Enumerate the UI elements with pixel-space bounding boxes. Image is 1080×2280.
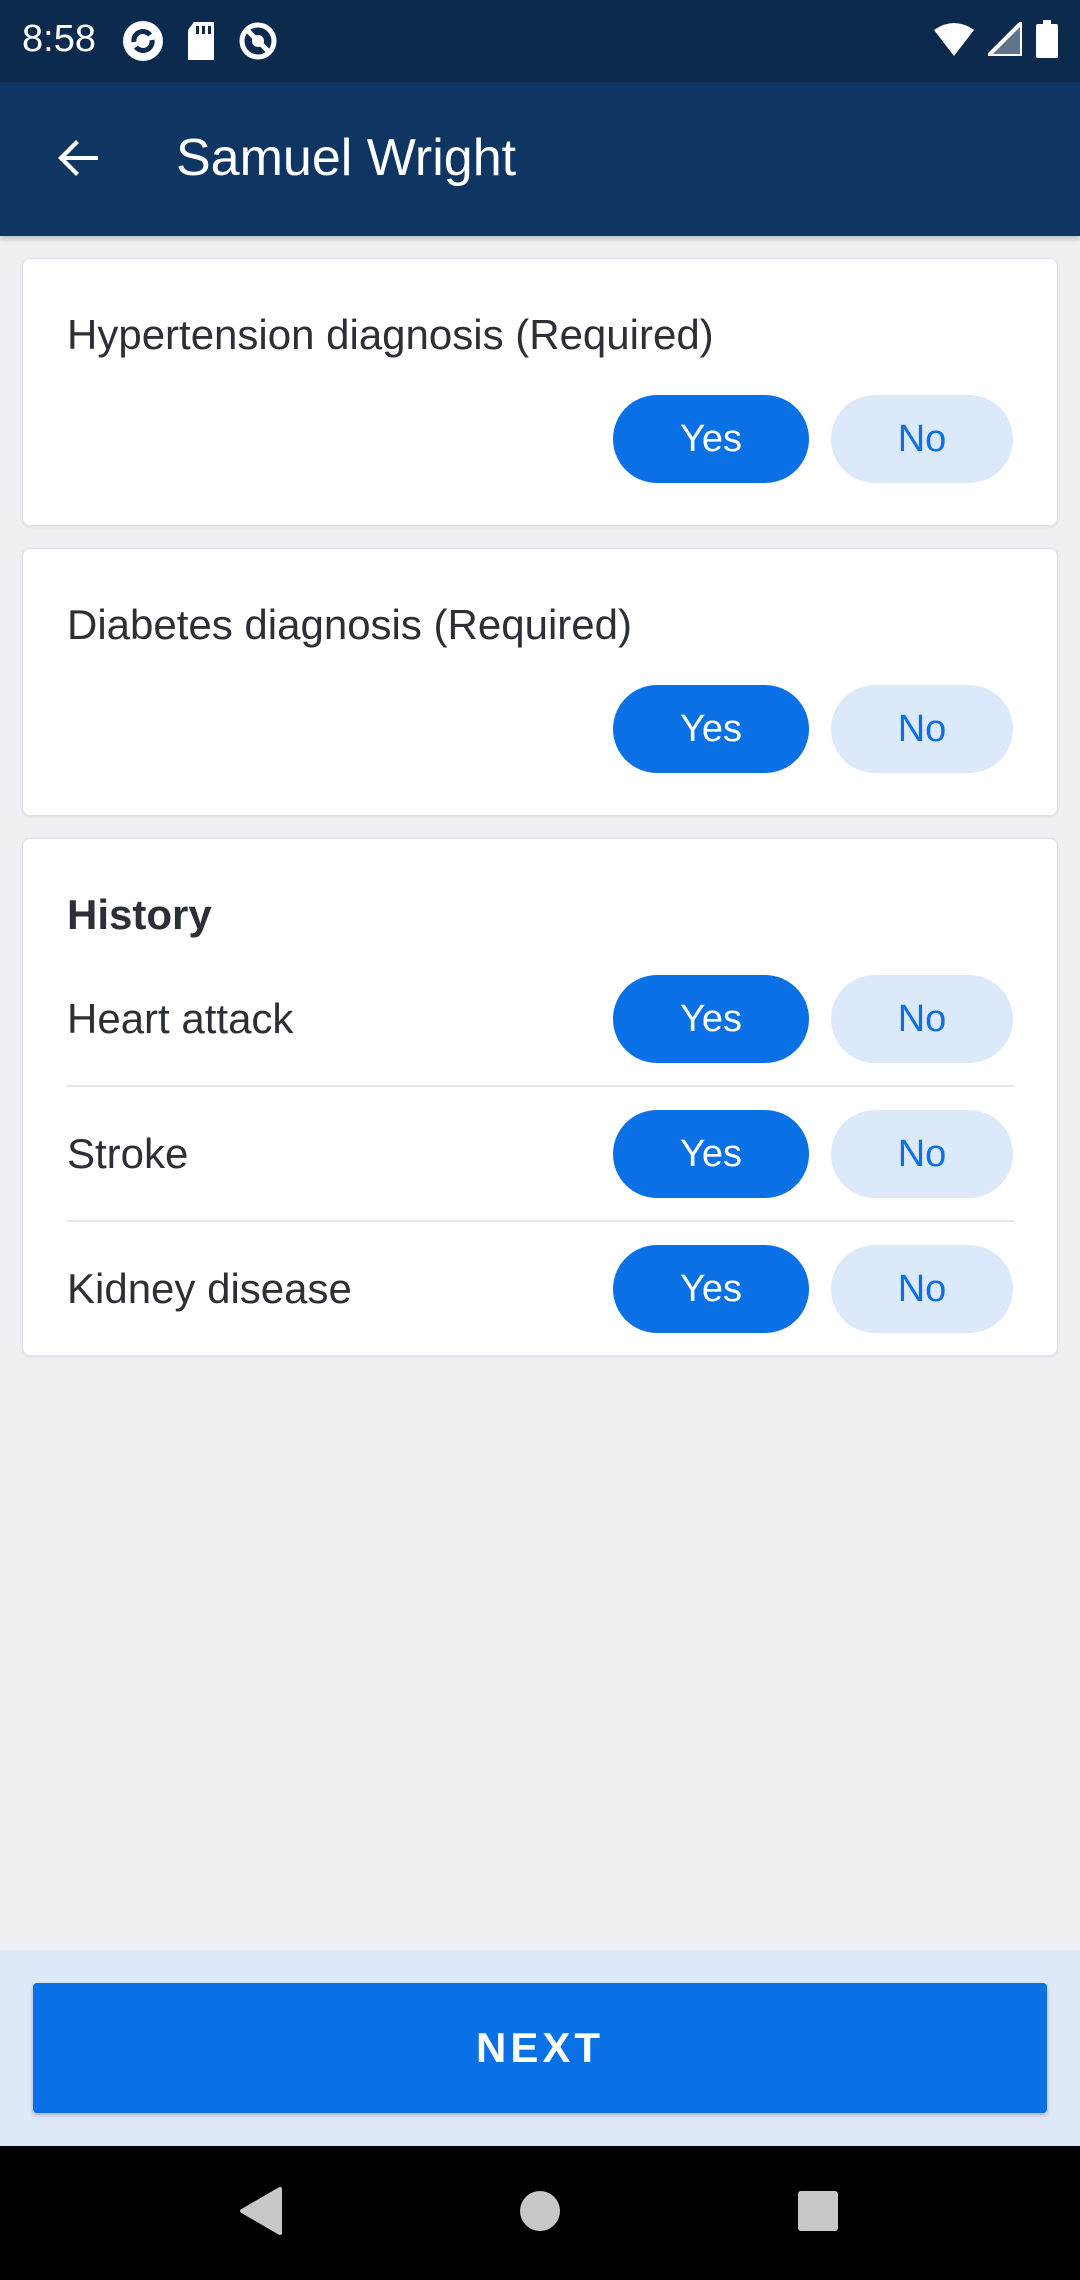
status-left-icons: [122, 20, 278, 67]
divider: [67, 1085, 1015, 1087]
wifi-icon: [934, 22, 974, 61]
heart-attack-no-button[interactable]: No: [831, 975, 1013, 1063]
diabetes-card: Diabetes diagnosis (Required) Yes No: [22, 548, 1058, 816]
heart-attack-yes-button[interactable]: Yes: [613, 975, 809, 1063]
app-bar: Samuel Wright: [0, 82, 1080, 236]
arrow-back-icon: [54, 134, 102, 187]
divider: [67, 1220, 1015, 1222]
hypertension-title: Hypertension diagnosis (Required): [67, 311, 714, 358]
kidney-disease-no-button[interactable]: No: [831, 1245, 1013, 1333]
back-triangle-icon: [238, 2186, 282, 2240]
home-circle-icon: [518, 2189, 562, 2238]
diabetes-title: Diabetes diagnosis (Required): [67, 601, 632, 648]
status-time: 8:58: [22, 18, 96, 60]
sd-card-icon: [186, 22, 216, 65]
nav-recents-button[interactable]: [788, 2183, 848, 2243]
diabetes-yes-button[interactable]: Yes: [613, 685, 809, 773]
sync-icon: [122, 20, 164, 67]
nav-back-button[interactable]: [230, 2183, 290, 2243]
diabetes-no-button[interactable]: No: [831, 685, 1013, 773]
battery-icon: [1036, 20, 1058, 63]
hypertension-yes-button[interactable]: Yes: [613, 395, 809, 483]
back-button[interactable]: [40, 122, 116, 198]
history-row-label-heart-attack: Heart attack: [67, 995, 294, 1042]
recents-square-icon: [797, 2190, 839, 2237]
no-location-icon: [238, 21, 278, 66]
system-nav-bar: [0, 2146, 1080, 2280]
stroke-yes-button[interactable]: Yes: [613, 1110, 809, 1198]
hypertension-no-button[interactable]: No: [831, 395, 1013, 483]
status-bar: 8:58: [0, 0, 1080, 82]
nav-home-button[interactable]: [510, 2183, 570, 2243]
kidney-disease-yes-button[interactable]: Yes: [613, 1245, 809, 1333]
signal-icon: [983, 17, 1024, 61]
history-card: History Heart attack Yes No Stroke Yes N…: [22, 838, 1058, 1356]
hypertension-card: Hypertension diagnosis (Required) Yes No: [22, 258, 1058, 526]
next-button[interactable]: NEXT: [33, 1983, 1047, 2113]
history-row-label-stroke: Stroke: [67, 1130, 189, 1177]
footer: NEXT: [0, 1950, 1080, 2146]
stroke-no-button[interactable]: No: [831, 1110, 1013, 1198]
history-row-label-kidney-disease: Kidney disease: [67, 1265, 352, 1312]
history-title: History: [67, 891, 212, 938]
page-title: Samuel Wright: [176, 129, 517, 187]
status-right-icons: [934, 17, 1058, 63]
